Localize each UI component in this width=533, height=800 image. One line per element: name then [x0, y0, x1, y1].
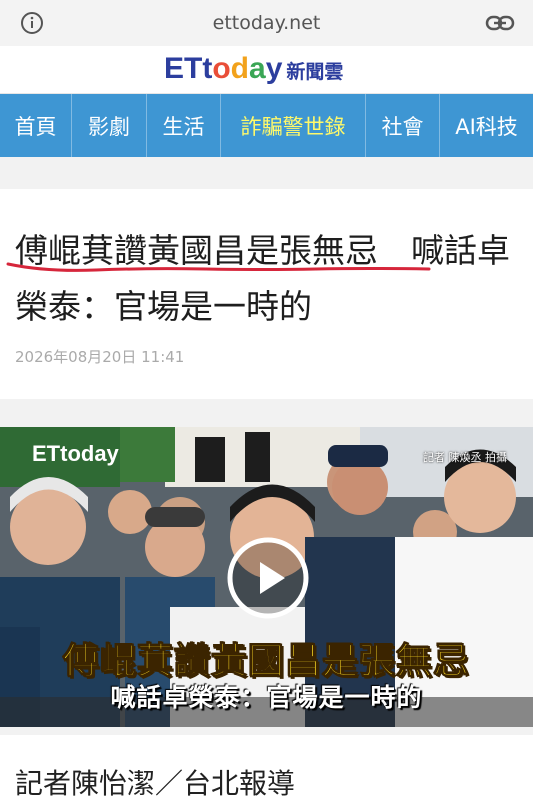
nav-item-life[interactable]: 生活	[147, 94, 221, 157]
video-watermark: ETtoday	[32, 441, 119, 466]
video-caption-line2: 喊話卓榮泰：官場是一時的	[110, 683, 423, 712]
article-date: 2026年08月20日 11:41	[15, 348, 185, 366]
play-icon[interactable]	[227, 537, 309, 619]
nav-item-entertainment[interactable]: 影劇	[72, 94, 147, 157]
link-icon[interactable]	[485, 11, 515, 35]
main-nav: 首頁 影劇 生活 詐騙警世錄 社會 AI科技	[0, 94, 533, 157]
video-caption-line1: 傅崐萁讚黃國昌是張無忌	[62, 641, 470, 683]
nav-item-home[interactable]: 首頁	[0, 94, 72, 157]
nav-item-fraud-warning[interactable]: 詐騙警世錄	[221, 94, 366, 157]
site-header: ET t o d a y 新聞雲	[0, 46, 533, 94]
article-byline: 記者陳怡潔／台北報導	[15, 767, 296, 800]
url-text[interactable]: ettoday.net	[0, 12, 533, 34]
browser-address-bar: ettoday.net	[0, 0, 533, 46]
video-credit: 記者 陳煥丞 拍攝	[423, 451, 507, 464]
nav-item-society[interactable]: 社會	[366, 94, 440, 157]
ettoday-logo[interactable]: ET t o d a y 新聞雲	[164, 52, 343, 86]
article-title: 傅崐萁讚黃國昌是張無忌 喊話卓榮泰：官場是一時的	[15, 231, 510, 326]
nav-item-ai-tech[interactable]: AI科技	[440, 94, 533, 157]
red-underline-annotation	[6, 262, 431, 272]
